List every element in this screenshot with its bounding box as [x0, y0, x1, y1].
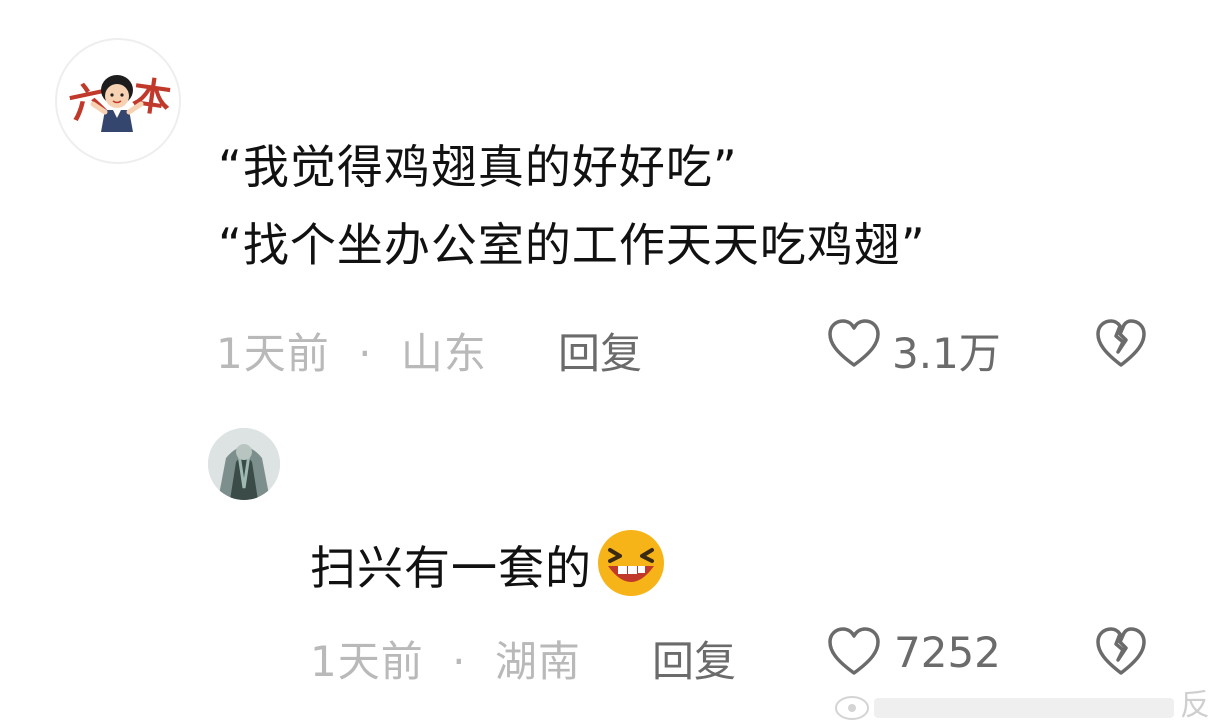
- grinning-squint-emoji-icon: [598, 530, 664, 596]
- avatar-char-right: 本: [130, 72, 174, 122]
- reply-text-content: 扫兴有一套的: [310, 541, 592, 595]
- heart-icon[interactable]: [826, 626, 882, 678]
- meta-separator: ·: [452, 637, 467, 686]
- comment-time: 1天前: [216, 329, 330, 378]
- reply-avatar[interactable]: [208, 428, 280, 500]
- heart-icon[interactable]: [826, 318, 882, 370]
- reply-like-count: 7252: [894, 628, 1001, 677]
- reply-meta: 1天前 · 湖南: [310, 628, 581, 689]
- comment-text-line-2: “找个坐办公室的工作天天吃鸡翅”: [218, 218, 926, 272]
- broken-heart-icon[interactable]: [1094, 626, 1148, 678]
- watermark-logo: [835, 696, 1174, 720]
- reply-button[interactable]: 回复: [558, 320, 642, 381]
- comment-text-line-1: “我觉得鸡翅真的好好吃”: [218, 140, 738, 194]
- reply-location: 湖南: [494, 637, 581, 686]
- reply-text: 扫兴有一套的: [310, 528, 670, 598]
- broken-heart-icon[interactable]: [1094, 318, 1148, 370]
- avatar[interactable]: 六 本: [55, 38, 181, 164]
- meta-separator: ·: [358, 329, 373, 378]
- reply-time: 1天前: [310, 637, 424, 686]
- watermark-char: 反: [1180, 688, 1210, 723]
- avatar-image: 六 本: [65, 72, 174, 132]
- reply-avatar-image: [208, 428, 280, 500]
- comment-meta: 1天前 · 山东: [216, 320, 487, 381]
- like-count: 3.1万: [892, 329, 1001, 378]
- reply-reply-button[interactable]: 回复: [652, 628, 736, 689]
- comment-location: 山东: [400, 329, 487, 378]
